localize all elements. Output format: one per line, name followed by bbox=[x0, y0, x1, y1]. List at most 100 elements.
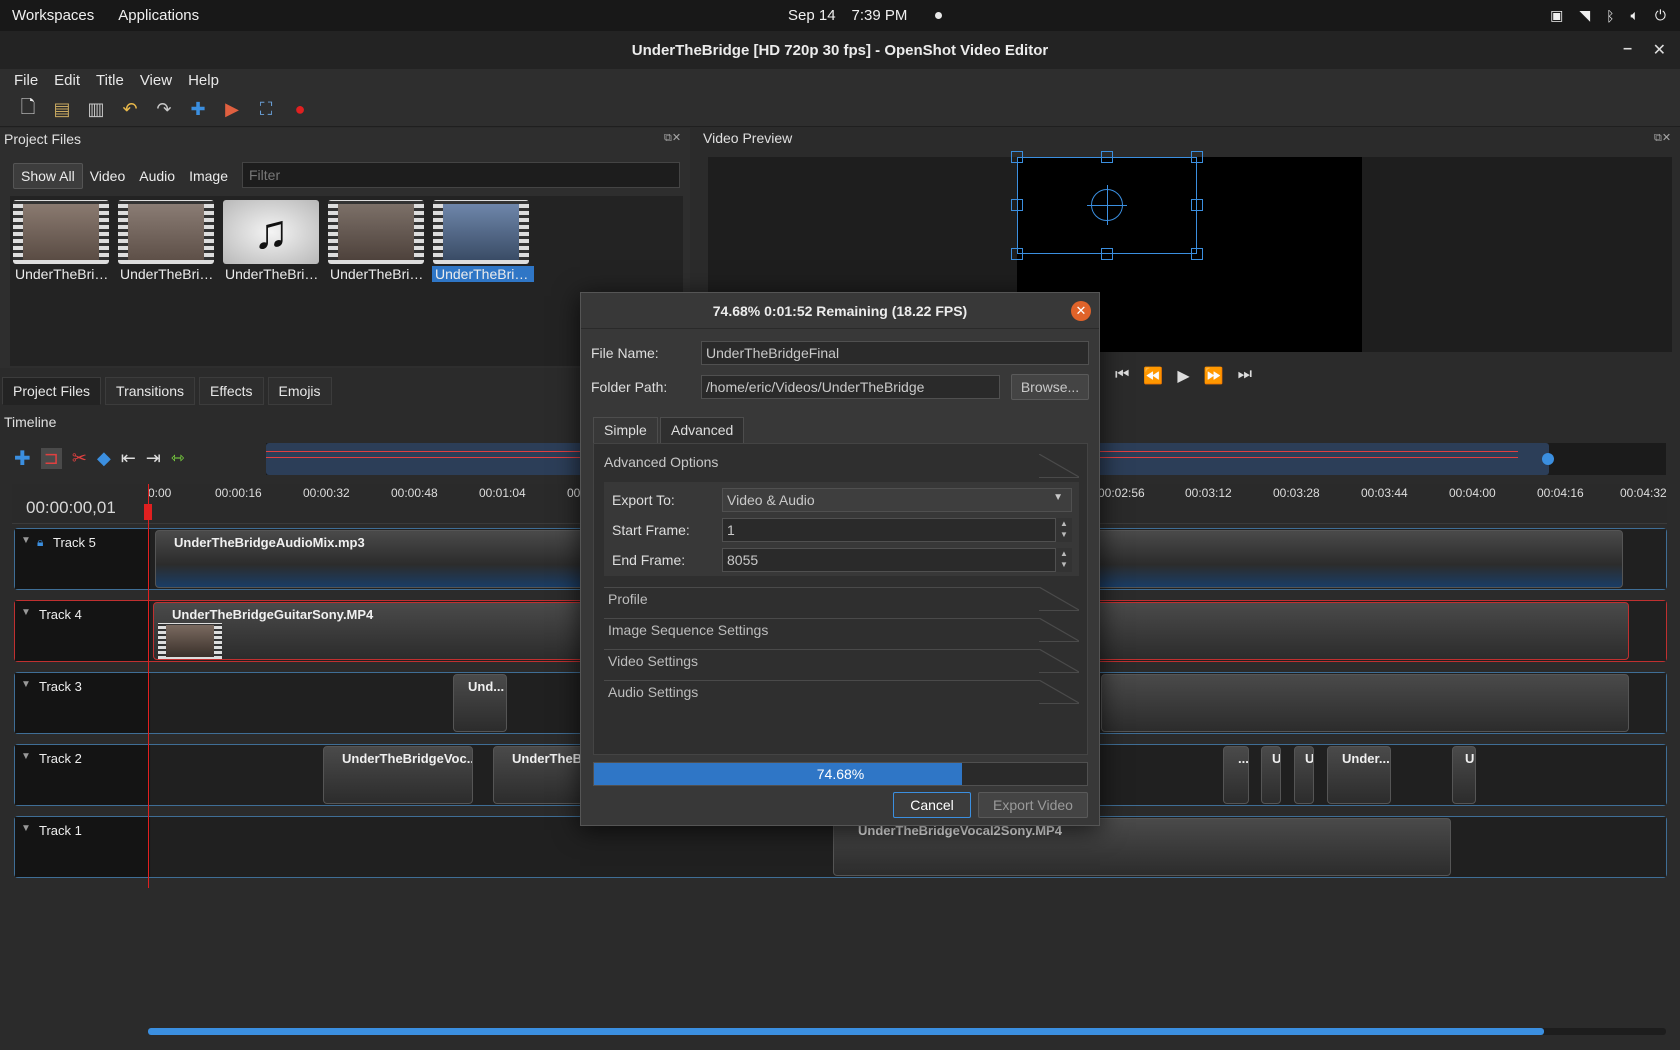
export-video-icon[interactable]: ● bbox=[288, 98, 312, 122]
end-frame-input[interactable]: 8055 bbox=[722, 548, 1056, 572]
file-label[interactable]: UnderTheBri… bbox=[120, 266, 220, 282]
overview-handle[interactable] bbox=[1542, 453, 1554, 465]
jump-end-icon[interactable]: ⏭ bbox=[1238, 366, 1252, 386]
previous-marker-icon[interactable]: ⇤ bbox=[121, 448, 136, 469]
next-marker-icon[interactable]: ⇥ bbox=[146, 448, 161, 469]
razor-icon[interactable]: ✂ bbox=[72, 448, 87, 469]
tab-project-files[interactable]: Project Files bbox=[2, 377, 102, 405]
tab-effects[interactable]: Effects bbox=[198, 377, 264, 405]
menu-edit[interactable]: Edit bbox=[46, 69, 88, 93]
applications-menu[interactable]: Applications bbox=[118, 7, 199, 24]
close-icon[interactable]: ✕ bbox=[1071, 301, 1091, 321]
track-header[interactable]: ▼ Track 1 bbox=[15, 817, 150, 877]
playhead-handle[interactable] bbox=[144, 504, 152, 520]
file-label[interactable]: UnderTheBri… bbox=[225, 266, 325, 282]
folder-path-input[interactable]: /home/eric/Videos/UnderTheBridge bbox=[701, 375, 1000, 399]
video-clip[interactable]: Under... bbox=[1327, 746, 1391, 804]
minimize-icon[interactable]: – bbox=[1623, 40, 1632, 58]
video-clip[interactable] bbox=[1101, 674, 1629, 732]
transform-handle[interactable] bbox=[1011, 151, 1023, 163]
fullscreen-icon[interactable]: ⛶ bbox=[254, 98, 278, 122]
jump-start-icon[interactable]: ⏮ bbox=[1115, 366, 1129, 386]
undo-icon[interactable]: ↶ bbox=[118, 98, 142, 122]
video-clip[interactable]: UnderTheBridgeVoc... bbox=[323, 746, 473, 804]
clock[interactable]: Sep 14 7:39 PM bbox=[788, 7, 943, 24]
redo-icon[interactable]: ↷ bbox=[152, 98, 176, 122]
wifi-icon[interactable]: ◥ bbox=[1579, 7, 1590, 24]
track-collapse-icon[interactable]: ▼ bbox=[21, 535, 31, 546]
tab-emojis[interactable]: Emojis bbox=[267, 377, 332, 405]
export-to-select[interactable]: Video & Audio ▼ bbox=[722, 488, 1072, 512]
track-collapse-icon[interactable]: ▼ bbox=[21, 607, 31, 618]
video-settings-section[interactable]: Video Settings bbox=[604, 649, 1079, 673]
video-clip[interactable]: ... bbox=[1223, 746, 1249, 804]
fast-forward-icon[interactable]: ⏩ bbox=[1204, 366, 1224, 386]
transform-handle[interactable] bbox=[1101, 151, 1113, 163]
video-clip[interactable]: UnderTheB bbox=[493, 746, 593, 804]
advanced-options-section[interactable]: Advanced Options bbox=[604, 454, 1079, 478]
browse-button[interactable]: Browse... bbox=[1011, 374, 1089, 400]
menu-file[interactable]: File bbox=[6, 69, 46, 93]
file-thumbnail[interactable] bbox=[13, 200, 109, 264]
transform-handle[interactable] bbox=[1101, 248, 1113, 260]
add-marker-icon[interactable]: ◆ bbox=[97, 448, 111, 469]
transform-handle[interactable] bbox=[1191, 151, 1203, 163]
filter-audio[interactable]: Audio bbox=[132, 164, 182, 188]
snapping-icon[interactable]: ⊐ bbox=[40, 447, 62, 469]
transform-handle[interactable] bbox=[1191, 248, 1203, 260]
close-window-icon[interactable]: ✕ bbox=[1653, 40, 1666, 60]
track-collapse-icon[interactable]: ▼ bbox=[21, 823, 31, 834]
filter-image[interactable]: Image bbox=[182, 164, 235, 188]
playhead[interactable] bbox=[148, 484, 149, 888]
save-project-icon[interactable]: ▥ bbox=[84, 98, 108, 122]
track-header[interactable]: ▼ Track 3 bbox=[15, 673, 150, 733]
start-frame-input[interactable]: 1 bbox=[722, 518, 1056, 542]
track-area[interactable]: UnderTheBridgeVocal2Sony.MP4 bbox=[151, 817, 1666, 877]
menu-view[interactable]: View bbox=[132, 69, 180, 93]
file-label-selected[interactable]: UnderTheBri… bbox=[432, 266, 534, 282]
audio-settings-section[interactable]: Audio Settings bbox=[604, 680, 1079, 704]
panel-float-close-icon[interactable]: ⧉✕ bbox=[664, 131, 681, 145]
tab-transitions[interactable]: Transitions bbox=[105, 377, 195, 405]
image-sequence-section[interactable]: Image Sequence Settings bbox=[604, 618, 1079, 642]
transform-handle[interactable] bbox=[1191, 199, 1203, 211]
export-video-button[interactable]: Export Video bbox=[978, 792, 1088, 818]
track-collapse-icon[interactable]: ▼ bbox=[21, 679, 31, 690]
file-label[interactable]: UnderTheBri… bbox=[330, 266, 430, 282]
import-files-icon[interactable]: ✚ bbox=[186, 98, 210, 122]
track-collapse-icon[interactable]: ▼ bbox=[21, 751, 31, 762]
track-header[interactable]: ▼ Track 4 bbox=[15, 601, 150, 661]
center-timeline-icon[interactable]: ⇿ bbox=[171, 448, 184, 468]
timeline-scrollbar[interactable] bbox=[148, 1028, 1544, 1035]
video-clip[interactable]: U bbox=[1294, 746, 1314, 804]
transform-handle[interactable] bbox=[1011, 199, 1023, 211]
menu-help[interactable]: Help bbox=[180, 69, 227, 93]
track-header[interactable]: ▼ Track 2 bbox=[15, 745, 150, 805]
video-clip[interactable]: Und... bbox=[453, 674, 507, 732]
bluetooth-icon[interactable]: ᛒ bbox=[1606, 8, 1614, 24]
tab-advanced[interactable]: Advanced bbox=[660, 417, 745, 443]
tab-simple[interactable]: Simple bbox=[593, 417, 658, 443]
menu-title[interactable]: Title bbox=[88, 69, 132, 93]
file-label[interactable]: UnderTheBri… bbox=[15, 266, 115, 282]
panel-float-close-icon[interactable]: ⧉✕ bbox=[1654, 131, 1671, 145]
file-name-input[interactable]: UnderTheBridgeFinal bbox=[701, 341, 1089, 365]
new-project-icon[interactable]: 🗋 bbox=[16, 97, 40, 122]
filter-video[interactable]: Video bbox=[83, 164, 133, 188]
workspaces-menu[interactable]: Workspaces bbox=[12, 7, 94, 24]
add-track-icon[interactable]: ✚ bbox=[14, 446, 31, 471]
file-thumbnail[interactable] bbox=[328, 200, 424, 264]
power-icon[interactable]: ⏻ bbox=[1655, 7, 1666, 24]
cancel-button[interactable]: Cancel bbox=[893, 792, 971, 818]
lock-icon[interactable]: 🔒︎ bbox=[37, 535, 43, 550]
choose-profile-icon[interactable]: ▶ bbox=[220, 98, 244, 122]
filter-input[interactable]: Filter bbox=[242, 162, 680, 188]
file-thumbnail-selected[interactable] bbox=[433, 200, 529, 264]
volume-icon[interactable]: 🔈︎ bbox=[1631, 7, 1639, 24]
track-header[interactable]: ▼ 🔒︎ Track 5 bbox=[15, 529, 150, 589]
end-frame-spinner-icon[interactable]: ▲ ▼ bbox=[1056, 548, 1072, 572]
play-icon[interactable]: ▶ bbox=[1177, 366, 1189, 386]
profile-section[interactable]: Profile bbox=[604, 587, 1079, 611]
video-clip[interactable]: U bbox=[1452, 746, 1476, 804]
video-clip[interactable]: U bbox=[1261, 746, 1281, 804]
